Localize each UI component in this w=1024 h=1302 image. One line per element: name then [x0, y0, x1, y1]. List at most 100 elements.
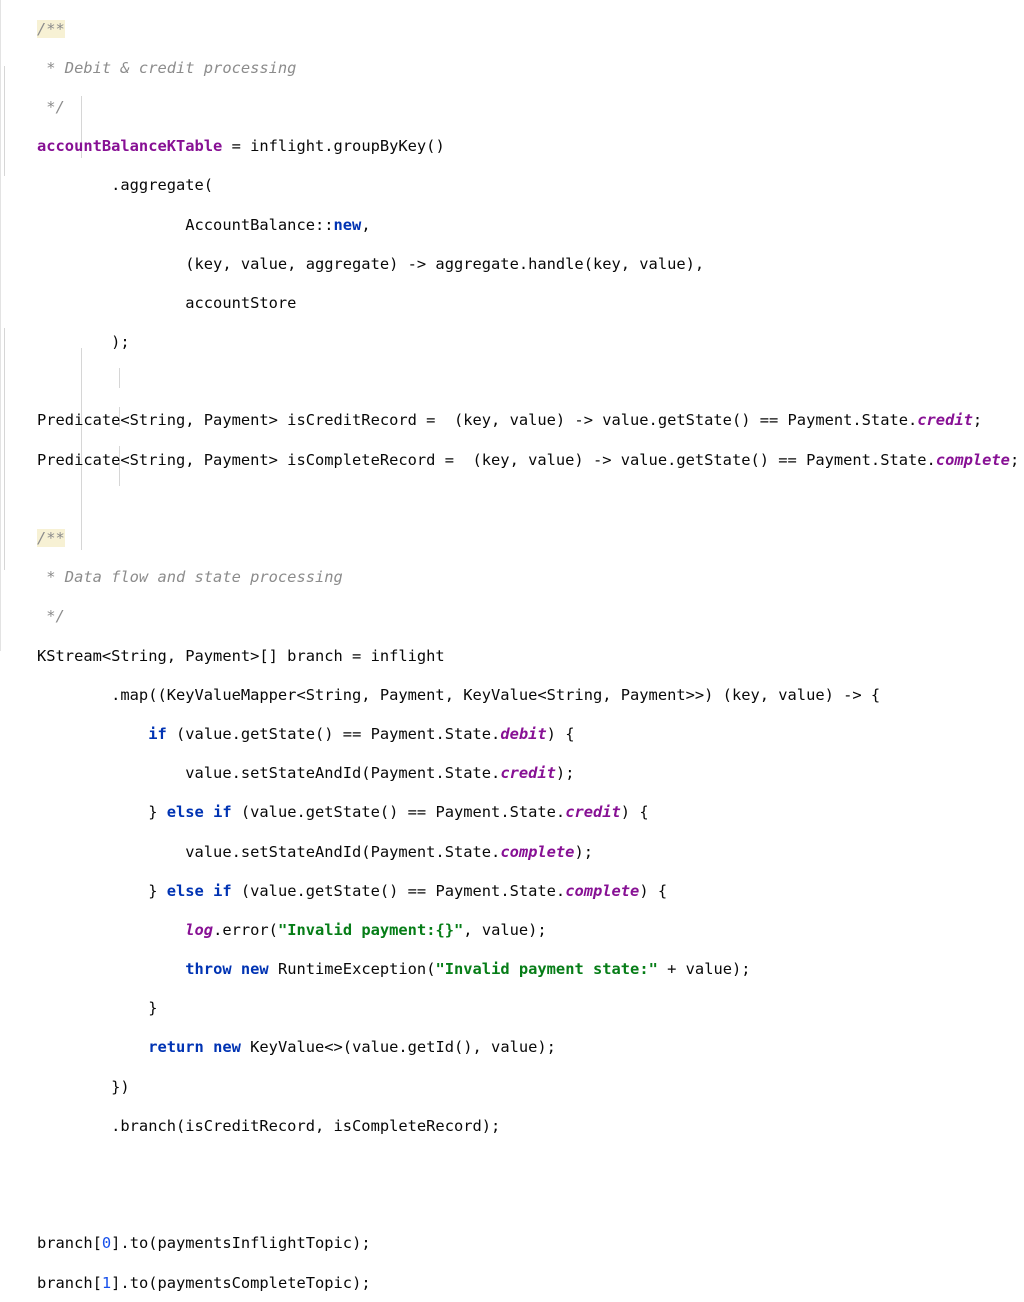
- code-line: Predicate<String, Payment> isCreditRecor…: [37, 411, 1019, 431]
- code-token: (value.getState() == Payment.State.: [231, 881, 566, 900]
- code-token: KeyValue<>(value.getId(), value);: [240, 1038, 556, 1057]
- code-token: (key, value, aggregate) -> aggregate.han…: [37, 254, 705, 273]
- code-line: accountBalanceKTable = inflight.groupByK…: [37, 137, 1019, 157]
- code-line: log.error("Invalid payment:{}", value);: [37, 921, 1019, 941]
- keyword-return-new: return new: [148, 1038, 241, 1057]
- string-literal: "Invalid payment:{}": [277, 920, 464, 939]
- code-token: RuntimeException(: [268, 960, 436, 979]
- code-token: }: [37, 803, 167, 822]
- code-line: /**: [37, 19, 1019, 40]
- code-line: .branch(isCreditRecord, isCompleteRecord…: [37, 1117, 1019, 1137]
- code-line: * Debit & credit processing: [37, 59, 1019, 79]
- code-token: .map((KeyValueMapper<String, Payment, Ke…: [37, 685, 881, 704]
- code-token: }): [37, 1077, 130, 1096]
- code-token: , value);: [463, 920, 547, 939]
- indent-guide-1: [4, 66, 5, 176]
- code-token: (value.getState() == Payment.State.: [231, 803, 566, 822]
- code-token: );: [37, 333, 130, 352]
- code-token: Predicate<String, Payment> isCompleteRec…: [37, 450, 936, 469]
- code-token: .aggregate(: [37, 176, 214, 195]
- code-line: if (value.getState() == Payment.State.de…: [37, 725, 1019, 745]
- enum-credit: credit: [500, 764, 556, 783]
- code-token: accountStore: [37, 293, 297, 312]
- javadoc-open: /**: [37, 19, 65, 38]
- javadoc-body: * Debit & credit processing: [37, 58, 297, 77]
- code-token: .error(: [213, 920, 278, 939]
- keyword-else-if: else if: [166, 881, 232, 900]
- code-text: /** * Debit & credit processing */ accou…: [37, 0, 1019, 1302]
- code-line: branch[0].to(paymentsInflightTopic);: [37, 1234, 1019, 1254]
- enum-complete: complete: [565, 881, 640, 900]
- string-literal: "Invalid payment state:": [435, 960, 658, 979]
- code-line: .map((KeyValueMapper<String, Payment, Ke…: [37, 686, 1019, 706]
- code-line: */: [37, 607, 1019, 627]
- code-line: );: [37, 333, 1019, 353]
- javadoc-open: /**: [37, 529, 65, 548]
- code-line: (key, value, aggregate) -> aggregate.han…: [37, 255, 1019, 275]
- code-line: AccountBalance::new,: [37, 216, 1019, 236]
- code-line: }: [37, 999, 1019, 1019]
- keyword-if: if: [148, 724, 167, 743]
- code-token: KStream<String, Payment>[] branch = infl…: [37, 646, 445, 665]
- code-token: value.setStateAndId(Payment.State.: [37, 764, 501, 783]
- javadoc-close: */: [37, 607, 65, 626]
- code-line: accountStore: [37, 294, 1019, 314]
- code-snippet-panel: /** * Debit & credit processing */ accou…: [0, 0, 1024, 1292]
- code-token: ) {: [546, 724, 575, 743]
- enum-credit: credit: [565, 803, 621, 822]
- code-token: );: [555, 764, 575, 783]
- code-token: AccountBalance::: [37, 215, 334, 234]
- keyword-throw-new: throw new: [185, 960, 269, 979]
- enum-complete: complete: [500, 842, 575, 861]
- code-line: /**: [37, 529, 1019, 549]
- code-token: ) {: [639, 881, 668, 900]
- code-line: } else if (value.getState() == Payment.S…: [37, 803, 1019, 823]
- javadoc-close: */: [37, 97, 65, 116]
- code-token: ].to(paymentsCompleteTopic);: [111, 1273, 371, 1292]
- code-line: } else if (value.getState() == Payment.S…: [37, 882, 1019, 902]
- enum-complete: complete: [935, 450, 1010, 469]
- number-literal: 1: [101, 1273, 112, 1292]
- code-token: ].to(paymentsInflightTopic);: [111, 1234, 371, 1253]
- code-token: value.setStateAndId(Payment.State.: [37, 842, 501, 861]
- keyword-else-if: else if: [166, 803, 232, 822]
- code-line: value.setStateAndId(Payment.State.comple…: [37, 843, 1019, 863]
- code-line: }): [37, 1078, 1019, 1098]
- code-token: ;: [1009, 450, 1020, 469]
- code-token: Predicate<String, Payment> isCreditRecor…: [37, 411, 918, 430]
- javadoc-body: * Data flow and state processing: [37, 568, 343, 587]
- indent-guide-3: [4, 328, 5, 570]
- enum-credit: credit: [917, 411, 973, 430]
- code-line: value.setStateAndId(Payment.State.credit…: [37, 764, 1019, 784]
- keyword-new: new: [333, 215, 362, 234]
- code-token: ) {: [620, 803, 649, 822]
- code-line: KStream<String, Payment>[] branch = infl…: [37, 647, 1019, 667]
- code-line: branch[1].to(paymentsCompleteTopic);: [37, 1274, 1019, 1294]
- code-token: (value.getState() == Payment.State.: [166, 724, 501, 743]
- code-line: Predicate<String, Payment> isCompleteRec…: [37, 451, 1019, 471]
- field-log: log: [185, 920, 214, 939]
- enum-debit: debit: [500, 724, 547, 743]
- code-token: + value);: [657, 960, 751, 979]
- code-token: ;: [972, 411, 983, 430]
- code-token: = inflight.groupByKey(): [222, 137, 445, 156]
- code-token: }: [37, 881, 167, 900]
- code-line: return new KeyValue<>(value.getId(), val…: [37, 1038, 1019, 1058]
- code-line: .aggregate(: [37, 176, 1019, 196]
- code-token: .branch(isCreditRecord, isCompleteRecord…: [37, 1116, 501, 1135]
- code-line: */: [37, 98, 1019, 118]
- number-literal: 0: [101, 1234, 112, 1253]
- code-token: );: [574, 842, 593, 861]
- code-token: branch[: [37, 1234, 102, 1253]
- code-line: * Data flow and state processing: [37, 568, 1019, 588]
- field-accountbalancektable: accountBalanceKTable: [37, 137, 223, 156]
- code-token: ,: [361, 215, 371, 234]
- code-line: throw new RuntimeException("Invalid paym…: [37, 960, 1019, 980]
